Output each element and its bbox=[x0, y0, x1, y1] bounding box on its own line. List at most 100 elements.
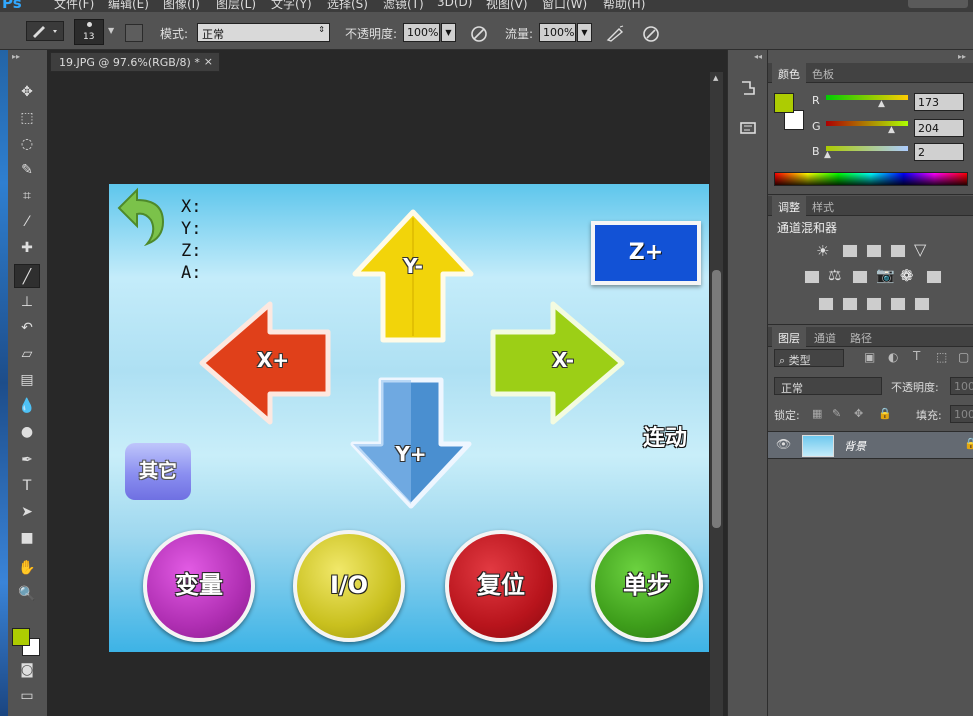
move-tool-icon[interactable]: ✥ bbox=[14, 80, 40, 104]
quick-select-tool-icon[interactable]: ✎ bbox=[14, 158, 40, 182]
b-value-input[interactable]: 2 bbox=[914, 143, 964, 161]
opacity-slider-toggle-icon[interactable]: ▼ bbox=[441, 23, 456, 42]
chevron-down-icon[interactable]: ▼ bbox=[108, 26, 114, 35]
g-value-input[interactable]: 204 bbox=[914, 119, 964, 137]
selective-color-icon[interactable] bbox=[890, 297, 906, 311]
gradient-map-icon[interactable] bbox=[914, 297, 930, 311]
rectangle-tool-icon[interactable]: ■ bbox=[14, 526, 40, 550]
invert-icon[interactable] bbox=[818, 297, 834, 311]
brush-panel-toggle-icon[interactable] bbox=[125, 24, 143, 42]
dodge-tool-icon[interactable]: ● bbox=[14, 420, 40, 444]
linkage-button[interactable]: 连动 bbox=[643, 420, 687, 452]
menu-view[interactable]: 视图(V) bbox=[486, 0, 528, 12]
lock-transparency-icon[interactable]: ▦ bbox=[812, 407, 822, 420]
menu-file[interactable]: 文件(F) bbox=[54, 0, 94, 12]
layer-filter-select[interactable]: ⌕ 类型 bbox=[774, 349, 844, 367]
z-plus-button[interactable]: Z+ bbox=[591, 221, 701, 285]
filter-pixel-icon[interactable]: ▣ bbox=[864, 350, 875, 364]
layer-opacity-input[interactable]: 100 bbox=[950, 377, 973, 395]
reset-button[interactable]: 复位 bbox=[445, 530, 557, 642]
brightness-icon[interactable]: ☀ bbox=[816, 242, 829, 260]
g-slider-handle[interactable]: ▲ bbox=[888, 125, 895, 135]
airbrush-icon[interactable] bbox=[605, 24, 625, 44]
panel-collapse-icon[interactable]: ▸▸ bbox=[12, 52, 20, 61]
stamp-tool-icon[interactable]: ⊥ bbox=[14, 290, 40, 314]
brush-tool-icon[interactable]: ╱ bbox=[14, 264, 40, 288]
filter-type-icon[interactable]: T bbox=[913, 349, 920, 363]
tool-preset-picker[interactable] bbox=[26, 21, 64, 41]
levels-icon[interactable] bbox=[842, 244, 858, 258]
menu-3d[interactable]: 3D(D) bbox=[437, 0, 472, 9]
menu-edit[interactable]: 编辑(E) bbox=[108, 0, 149, 12]
layer-row[interactable]: 👁 背景 🔒 bbox=[768, 431, 973, 459]
eye-visibility-icon[interactable]: 👁 bbox=[776, 437, 791, 451]
exposure-icon[interactable] bbox=[890, 244, 906, 258]
g-slider[interactable] bbox=[826, 121, 908, 126]
panel-collapse-icon[interactable]: ▸▸ bbox=[958, 52, 966, 61]
document-canvas[interactable]: X: Y: Z: A: Y- X+ X- Y+ Z+ 连动 其它 变量 I/O … bbox=[109, 184, 709, 652]
menu-layer[interactable]: 图层(L) bbox=[216, 0, 256, 12]
flow-input[interactable]: 100% bbox=[539, 23, 576, 42]
document-tab[interactable]: 19.JPG @ 97.6%(RGB/8) * × bbox=[50, 52, 220, 72]
marquee-tool-icon[interactable]: ⬚ bbox=[14, 106, 40, 130]
lock-all-icon[interactable]: 🔒 bbox=[878, 407, 892, 420]
blend-mode-select[interactable]: 正常 bbox=[774, 377, 882, 395]
quick-mask-icon[interactable]: ◙ bbox=[14, 658, 40, 682]
menu-filter[interactable]: 滤镜(T) bbox=[383, 0, 424, 12]
r-slider[interactable] bbox=[826, 95, 908, 100]
back-arrow-icon[interactable] bbox=[111, 186, 171, 246]
eraser-tool-icon[interactable]: ▱ bbox=[14, 342, 40, 366]
photo-filter-icon[interactable]: 📷 bbox=[876, 266, 895, 284]
vibrance-icon[interactable]: ▽ bbox=[914, 240, 926, 259]
path-select-tool-icon[interactable]: ➤ bbox=[14, 500, 40, 524]
pen-tool-icon[interactable]: ✒ bbox=[14, 448, 40, 472]
filter-smart-icon[interactable]: ▢ bbox=[958, 350, 969, 364]
variable-button[interactable]: 变量 bbox=[143, 530, 255, 642]
color-spectrum-bar[interactable] bbox=[774, 172, 968, 186]
other-button[interactable]: 其它 bbox=[125, 443, 191, 500]
gradient-tool-icon[interactable]: ▤ bbox=[14, 368, 40, 392]
type-tool-icon[interactable]: T bbox=[14, 474, 40, 498]
foreground-color-swatch[interactable] bbox=[774, 93, 794, 113]
scroll-up-icon[interactable]: ▲ bbox=[713, 74, 718, 82]
io-button[interactable]: I/O bbox=[293, 530, 405, 642]
fill-input[interactable]: 100 bbox=[950, 405, 973, 423]
color-lookup-icon[interactable] bbox=[926, 270, 942, 284]
zoom-tool-icon[interactable]: 🔍 bbox=[14, 582, 40, 606]
vertical-scrollbar[interactable]: ▲ bbox=[710, 72, 723, 716]
window-controls[interactable] bbox=[908, 0, 968, 8]
filter-adjust-icon[interactable]: ◐ bbox=[888, 350, 898, 364]
pressure-size-icon[interactable] bbox=[641, 24, 661, 44]
menu-image[interactable]: 图像(I) bbox=[163, 0, 200, 12]
color-balance-icon[interactable]: ⚖ bbox=[828, 266, 841, 284]
screen-mode-icon[interactable]: ▭ bbox=[14, 684, 40, 708]
mode-select[interactable]: 正常 ⇕ bbox=[197, 23, 330, 42]
b-slider-handle[interactable]: ▲ bbox=[824, 150, 831, 160]
flow-slider-toggle-icon[interactable]: ▼ bbox=[577, 23, 592, 42]
tab-styles[interactable]: 样式 bbox=[806, 196, 840, 216]
history-panel-icon[interactable] bbox=[738, 78, 758, 98]
black-white-icon[interactable] bbox=[852, 270, 868, 284]
hue-saturation-icon[interactable] bbox=[804, 270, 820, 284]
background-color-swatch[interactable] bbox=[784, 110, 804, 130]
tab-adjustments[interactable]: 调整 bbox=[772, 196, 806, 216]
b-slider[interactable] bbox=[826, 146, 908, 151]
tab-layers[interactable]: 图层 bbox=[772, 327, 806, 347]
r-value-input[interactable]: 173 bbox=[914, 93, 964, 111]
scrollbar-thumb[interactable] bbox=[712, 270, 721, 528]
properties-panel-icon[interactable] bbox=[738, 118, 758, 138]
lock-pixels-icon[interactable]: ✎ bbox=[832, 407, 841, 420]
r-slider-handle[interactable]: ▲ bbox=[878, 99, 885, 109]
lock-position-icon[interactable]: ✥ bbox=[854, 407, 863, 420]
close-icon[interactable]: × bbox=[204, 55, 213, 68]
step-button[interactable]: 单步 bbox=[591, 530, 703, 642]
opacity-input[interactable]: 100% bbox=[403, 23, 440, 42]
tab-swatches[interactable]: 色板 bbox=[806, 63, 840, 83]
tab-channels[interactable]: 通道 bbox=[808, 327, 842, 347]
pressure-opacity-icon[interactable] bbox=[469, 24, 489, 44]
tab-color[interactable]: 颜色 bbox=[772, 63, 806, 83]
posterize-icon[interactable] bbox=[842, 297, 858, 311]
healing-brush-tool-icon[interactable]: ✚ bbox=[14, 236, 40, 260]
eyedropper-tool-icon[interactable]: ⁄ bbox=[14, 210, 40, 234]
menu-help[interactable]: 帮助(H) bbox=[603, 0, 645, 12]
